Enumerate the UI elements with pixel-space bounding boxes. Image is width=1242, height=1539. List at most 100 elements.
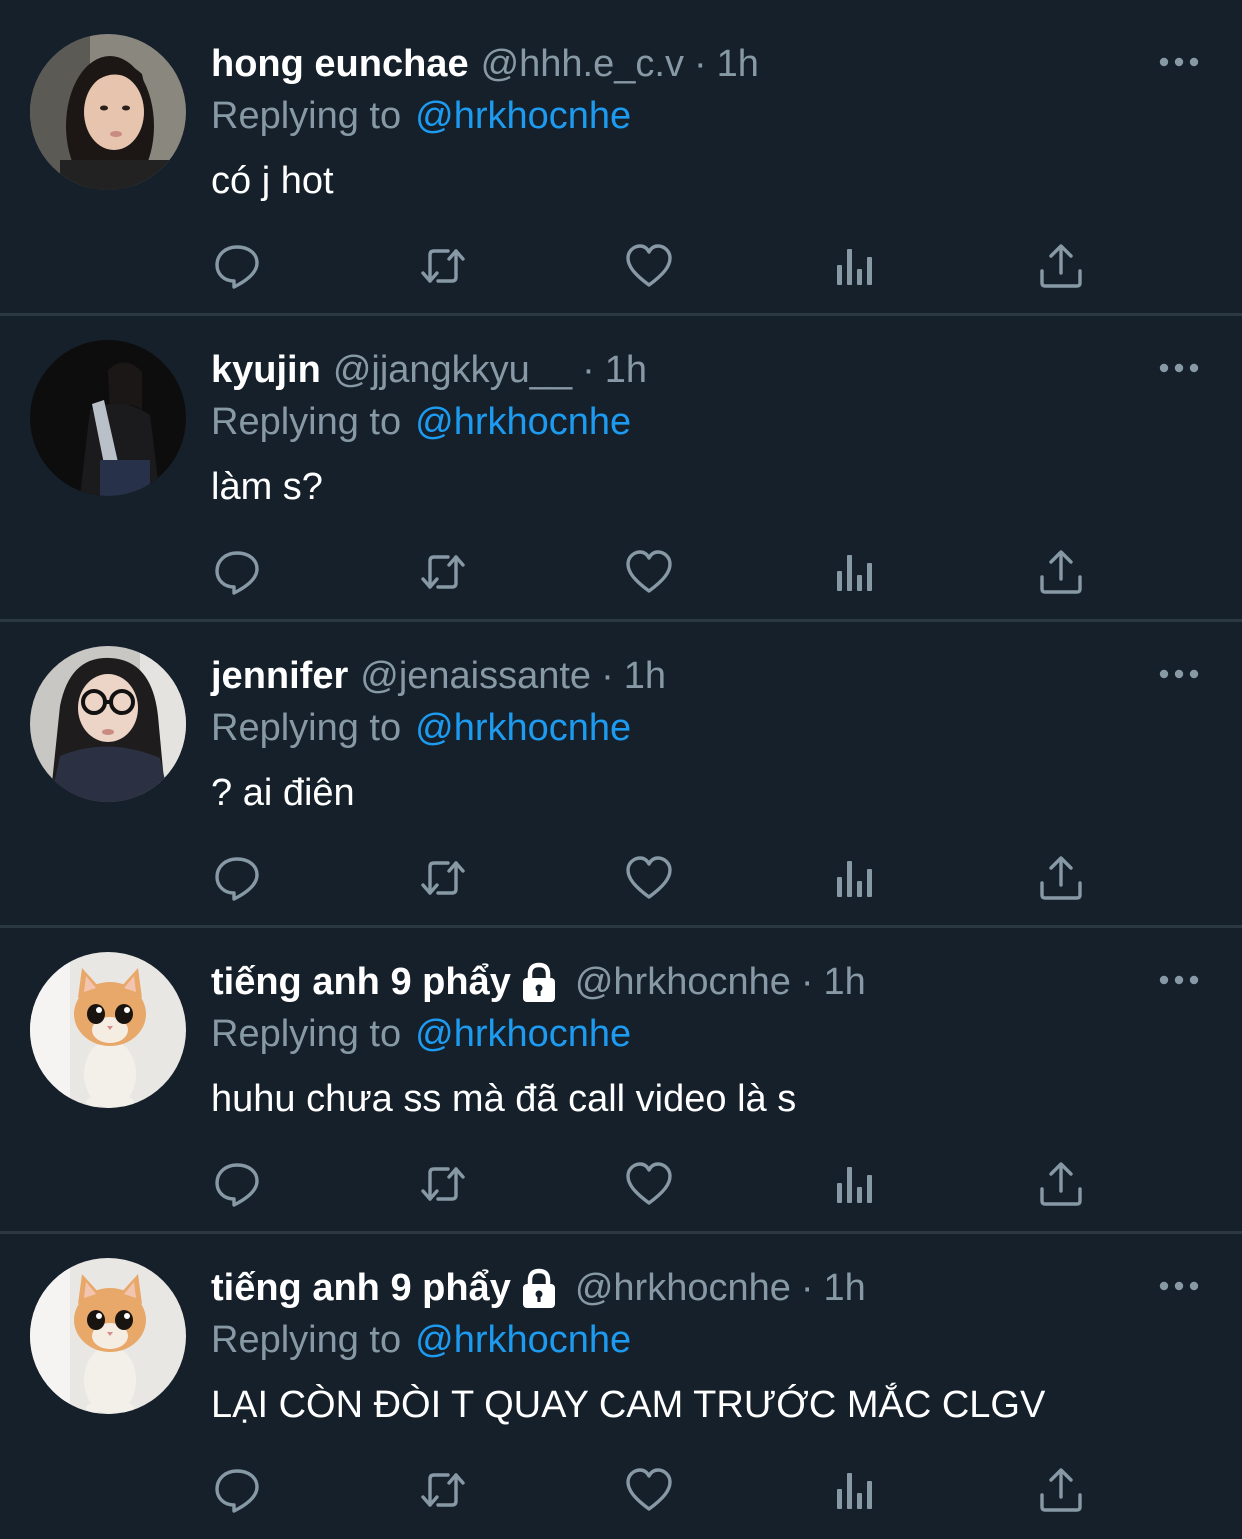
timestamp[interactable]: 1h xyxy=(824,958,866,1006)
lock-icon xyxy=(522,962,555,1002)
retweet-icon xyxy=(421,1167,465,1201)
replying-to-link[interactable]: @hrkhocnhe xyxy=(415,401,631,443)
retweet-button[interactable] xyxy=(417,240,469,292)
more-options-icon[interactable] xyxy=(1158,970,1200,990)
views-icon xyxy=(837,861,872,897)
tweet-header: tiếng anh 9 phẩy @hrkhocnhe · 1h xyxy=(211,1264,866,1312)
avatar-photo-kitten xyxy=(30,952,186,1108)
user-handle[interactable]: @hhh.e_c.v xyxy=(481,40,684,88)
display-name[interactable]: tiếng anh 9 phẩy xyxy=(211,1264,511,1312)
share-button[interactable] xyxy=(1035,240,1087,292)
tweet-text: huhu chưa ss mà đã call video là s xyxy=(211,1078,797,1120)
replying-to-link[interactable]: @hrkhocnhe xyxy=(415,1319,631,1361)
like-icon xyxy=(626,550,672,593)
like-icon xyxy=(626,1162,672,1205)
reply-tweet[interactable]: kyujin @jjangkkyu__ · 1h Replying to @hrk… xyxy=(0,306,1242,612)
timestamp[interactable]: 1h xyxy=(824,1264,866,1312)
separator-dot: · xyxy=(582,349,595,391)
replies-feed: hong eunchae @hhh.e_c.v · 1h Replying to… xyxy=(0,0,1242,1539)
user-handle[interactable]: @jjangkkyu__ xyxy=(333,346,572,394)
views-button[interactable] xyxy=(829,1158,881,1210)
replying-to-link[interactable]: @hrkhocnhe xyxy=(415,95,631,137)
share-button[interactable] xyxy=(1035,1158,1087,1210)
share-button[interactable] xyxy=(1035,1464,1087,1516)
tweet-header: kyujin @jjangkkyu__ · 1h xyxy=(211,346,647,394)
avatar-photo-girl-glasses xyxy=(30,646,186,802)
reply-tweet[interactable]: tiếng anh 9 phẩy @hrkhocnhe · 1h Replyin… xyxy=(0,1224,1242,1530)
share-icon xyxy=(1040,244,1082,288)
views-icon xyxy=(837,1167,872,1203)
lock-icon xyxy=(522,1268,555,1308)
separator-dot: · xyxy=(601,655,614,697)
avatar[interactable] xyxy=(30,1258,186,1414)
views-button[interactable] xyxy=(829,1464,881,1516)
timestamp[interactable]: 1h xyxy=(605,346,647,394)
user-handle[interactable]: @hrkhocnhe xyxy=(575,958,791,1006)
display-name[interactable]: kyujin xyxy=(211,346,321,394)
reply-tweet[interactable]: jennifer @jenaissante · 1h Replying to @h… xyxy=(0,612,1242,918)
reply-icon xyxy=(215,245,259,289)
avatar[interactable] xyxy=(30,952,186,1108)
like-button[interactable] xyxy=(623,1464,675,1516)
tweet-header: tiếng anh 9 phẩy @hrkhocnhe · 1h xyxy=(211,958,866,1006)
replying-to-label: Replying to xyxy=(211,1013,402,1055)
reply-button[interactable] xyxy=(211,1158,263,1210)
like-button[interactable] xyxy=(623,240,675,292)
like-icon xyxy=(626,244,672,287)
replying-to-label: Replying to xyxy=(211,95,402,137)
replying-to-link[interactable]: @hrkhocnhe xyxy=(415,1013,631,1055)
tweet-text: làm s? xyxy=(211,466,323,508)
share-icon xyxy=(1040,1468,1082,1512)
tweet-text: ? ai điên xyxy=(211,772,355,814)
views-icon xyxy=(837,249,872,285)
avatar[interactable] xyxy=(30,646,186,802)
avatar[interactable] xyxy=(30,340,186,496)
share-icon xyxy=(1040,550,1082,594)
timestamp[interactable]: 1h xyxy=(717,40,759,88)
share-button[interactable] xyxy=(1035,852,1087,904)
like-button[interactable] xyxy=(623,1158,675,1210)
retweet-button[interactable] xyxy=(417,1464,469,1516)
reply-button[interactable] xyxy=(211,546,263,598)
more-options-icon[interactable] xyxy=(1158,52,1200,72)
display-name[interactable]: tiếng anh 9 phẩy xyxy=(211,958,511,1006)
retweet-button[interactable] xyxy=(417,1158,469,1210)
reply-button[interactable] xyxy=(211,1464,263,1516)
avatar-photo-kitten xyxy=(30,1258,186,1414)
retweet-button[interactable] xyxy=(417,852,469,904)
retweet-icon xyxy=(421,555,465,589)
timestamp[interactable]: 1h xyxy=(624,652,666,700)
views-icon xyxy=(837,1473,872,1509)
separator-dot: · xyxy=(800,961,814,1003)
more-options-icon[interactable] xyxy=(1158,1276,1200,1296)
share-button[interactable] xyxy=(1035,546,1087,598)
retweet-button[interactable] xyxy=(417,546,469,598)
replying-to: Replying to @hrkhocnhe xyxy=(211,1316,631,1364)
like-button[interactable] xyxy=(623,546,675,598)
display-name[interactable]: hong eunchae xyxy=(211,40,469,88)
avatar[interactable] xyxy=(30,34,186,190)
reply-tweet[interactable]: tiếng anh 9 phẩy @hrkhocnhe · 1h Replyin… xyxy=(0,918,1242,1224)
display-name[interactable]: jennifer xyxy=(211,652,348,700)
avatar-photo-girl-dark xyxy=(30,340,186,496)
more-options-icon[interactable] xyxy=(1158,358,1200,378)
replying-to-label: Replying to xyxy=(211,1319,402,1361)
more-options-icon[interactable] xyxy=(1158,664,1200,684)
replying-to-label: Replying to xyxy=(211,401,402,443)
user-handle[interactable]: @hrkhocnhe xyxy=(575,1264,791,1312)
share-icon xyxy=(1040,1162,1082,1206)
user-handle[interactable]: @jenaissante xyxy=(360,652,591,700)
avatar-photo-girl-light xyxy=(30,34,186,190)
views-button[interactable] xyxy=(829,546,881,598)
like-button[interactable] xyxy=(623,852,675,904)
replying-to: Replying to @hrkhocnhe xyxy=(211,92,631,140)
replying-to-label: Replying to xyxy=(211,707,402,749)
reply-button[interactable] xyxy=(211,240,263,292)
views-button[interactable] xyxy=(829,852,881,904)
reply-button[interactable] xyxy=(211,852,263,904)
replying-to-link[interactable]: @hrkhocnhe xyxy=(415,707,631,749)
reply-tweet[interactable]: hong eunchae @hhh.e_c.v · 1h Replying to… xyxy=(0,0,1242,306)
separator-dot: · xyxy=(693,43,707,85)
tweet-header: hong eunchae @hhh.e_c.v · 1h xyxy=(211,40,759,88)
views-button[interactable] xyxy=(829,240,881,292)
